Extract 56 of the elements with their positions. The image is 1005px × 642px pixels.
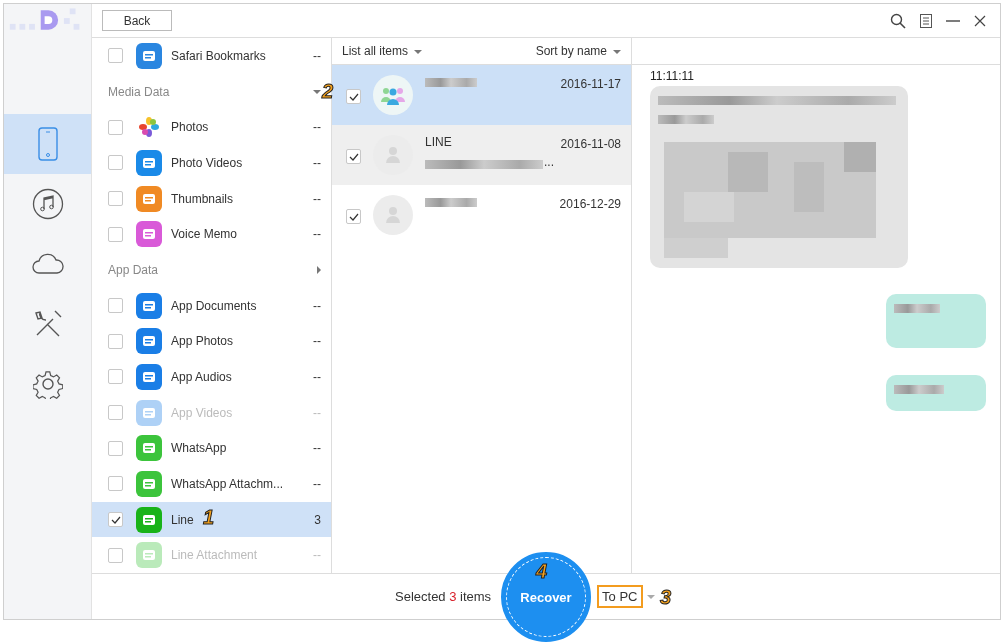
conversation-date: 2016-12-29 bbox=[559, 197, 621, 211]
category-label: WhatsApp Attachm... bbox=[171, 476, 284, 491]
message-time: 11:11:11 bbox=[650, 69, 696, 83]
back-button[interactable]: Back bbox=[102, 10, 172, 31]
item-count: 3 bbox=[313, 512, 321, 527]
category-item[interactable]: WhatsApp -- bbox=[92, 430, 331, 467]
item-count: -- bbox=[312, 548, 321, 563]
section-header: App Data bbox=[108, 262, 160, 277]
item-count: -- bbox=[312, 298, 321, 313]
step-number: 1 bbox=[203, 506, 215, 528]
destination-dropdown[interactable]: To PC bbox=[597, 585, 643, 608]
item-count: -- bbox=[312, 369, 321, 384]
category-label: Line bbox=[171, 512, 194, 527]
step-number: 2 bbox=[322, 80, 334, 102]
item-count: -- bbox=[312, 191, 321, 206]
item-count: -- bbox=[312, 476, 321, 491]
category-item[interactable]: Photo Videos -- bbox=[92, 145, 331, 181]
item-count: -- bbox=[312, 334, 321, 349]
category-label: App Audios bbox=[171, 369, 232, 384]
step-number: 3 bbox=[660, 586, 672, 608]
item-count: -- bbox=[312, 227, 321, 242]
category-label: App Photos bbox=[171, 334, 234, 349]
category-item[interactable]: App Audios -- bbox=[92, 359, 331, 395]
category-label: Line Attachment bbox=[171, 548, 258, 563]
conversation-date: 2016-11-08 bbox=[560, 137, 621, 151]
conversation-row[interactable]: LINE ... 2016-11-08 bbox=[332, 125, 631, 185]
category-label: Voice Memo bbox=[171, 227, 238, 242]
section-header: Media Data bbox=[108, 84, 171, 99]
filter-dropdown[interactable]: List all items bbox=[342, 44, 423, 58]
selection-summary: Selected 3 items bbox=[395, 589, 492, 604]
category-item[interactable]: Voice Memo -- bbox=[92, 216, 331, 253]
item-count: -- bbox=[312, 441, 321, 456]
category-item[interactable]: WhatsApp Attachm... -- bbox=[92, 466, 331, 502]
item-count: -- bbox=[312, 120, 321, 135]
conversation-date: 2016-11-17 bbox=[560, 77, 621, 91]
category-label: Photos bbox=[171, 120, 209, 135]
category-item[interactable]: Thumbnails -- bbox=[92, 180, 331, 217]
item-count: -- bbox=[312, 155, 321, 170]
category-label: Thumbnails bbox=[171, 191, 234, 206]
conversation-row[interactable]: 2016-12-29 bbox=[332, 185, 631, 245]
category-item[interactable]: App Documents -- bbox=[92, 287, 331, 324]
category-label: App Videos bbox=[171, 405, 233, 420]
conversation-row[interactable]: 2016-11-17 bbox=[332, 65, 631, 125]
category-label: Photo Videos bbox=[171, 155, 243, 170]
step-number: 4 bbox=[536, 560, 548, 582]
category-item[interactable]: App Photos -- bbox=[92, 323, 331, 360]
item-count: -- bbox=[312, 405, 321, 420]
ellipsis: ... bbox=[544, 155, 554, 169]
category-label: Safari Bookmarks bbox=[171, 48, 266, 63]
category-label: WhatsApp bbox=[171, 441, 227, 456]
item-count: -- bbox=[312, 48, 321, 63]
sort-dropdown[interactable]: Sort by name bbox=[535, 44, 621, 58]
category-item[interactable]: Safari Bookmarks -- bbox=[92, 38, 331, 74]
category-item[interactable]: Photos -- bbox=[92, 109, 331, 145]
contact-name: LINE bbox=[425, 135, 453, 149]
category-label: App Documents bbox=[171, 298, 257, 313]
